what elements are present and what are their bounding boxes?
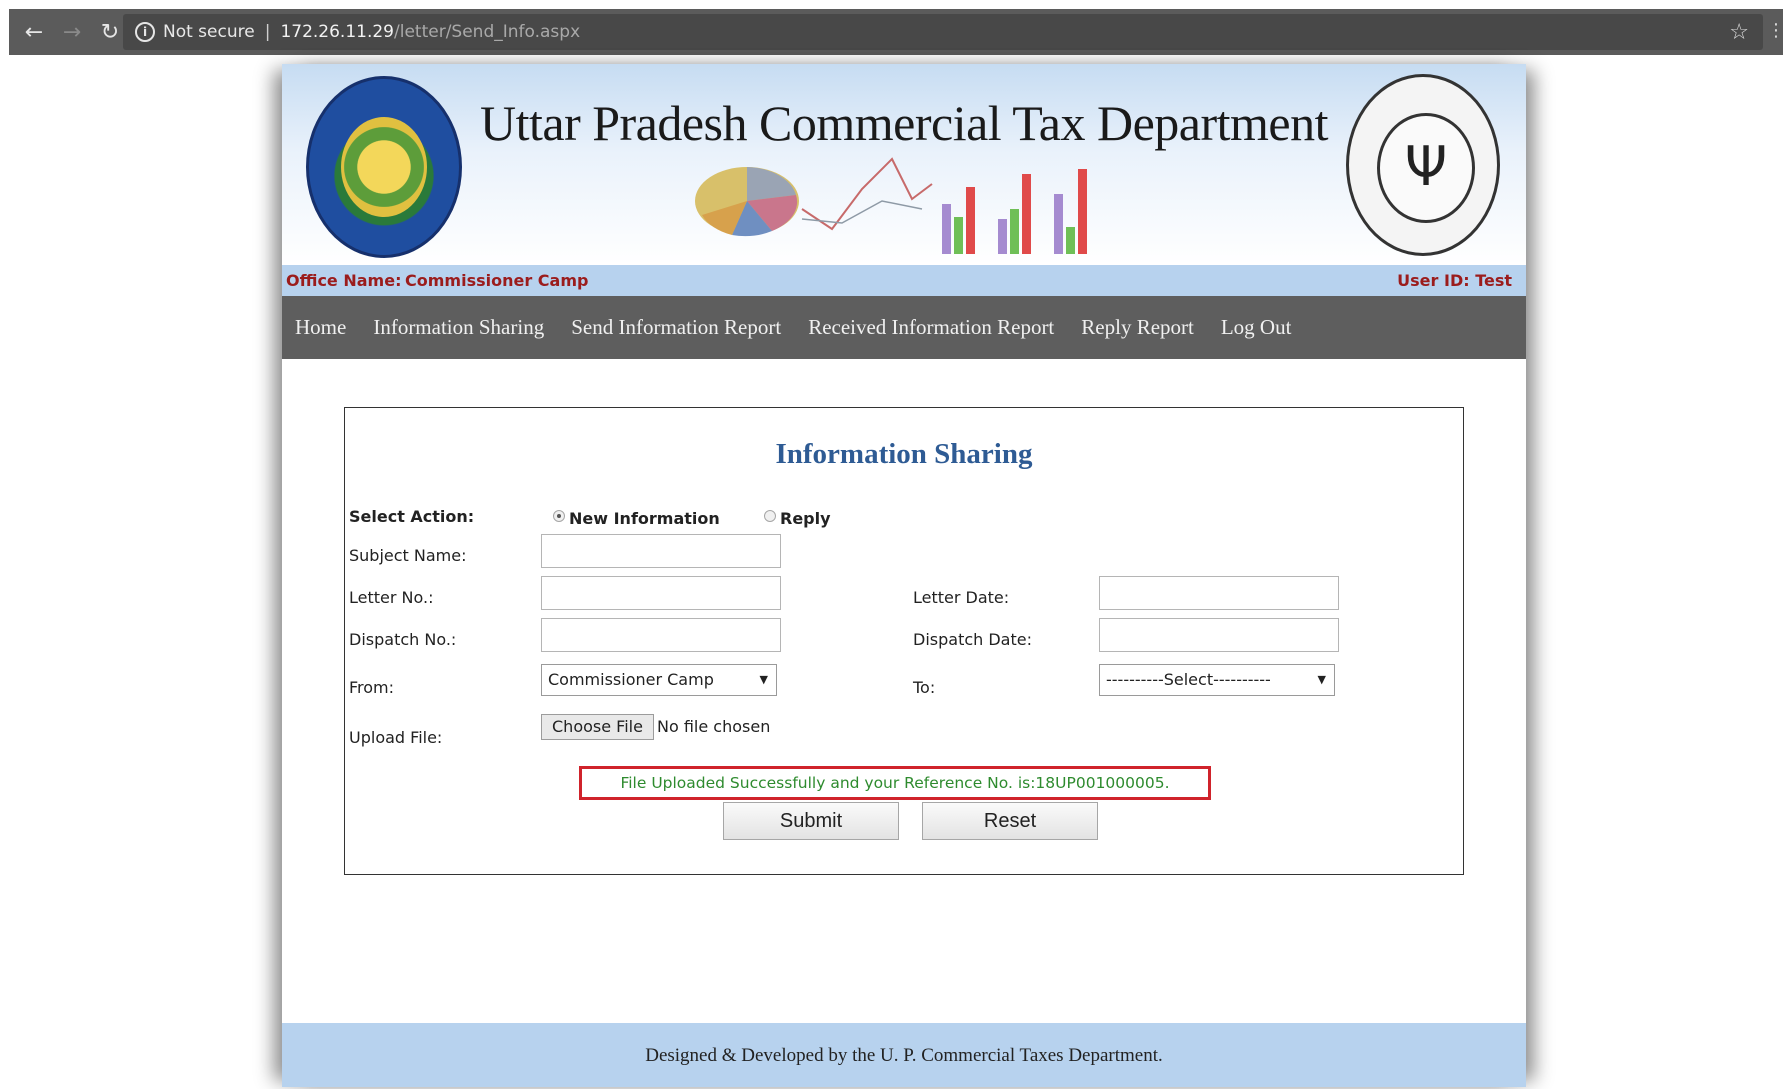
seal-inner: Ψ bbox=[1377, 113, 1475, 223]
letter-no-input[interactable] bbox=[541, 576, 781, 610]
nav-log-out[interactable]: Log Out bbox=[1221, 315, 1292, 340]
address-bar[interactable]: i Not secure | 172.26.11.29/letter/Send_… bbox=[123, 14, 1763, 50]
radio-reply[interactable] bbox=[764, 510, 776, 522]
no-file-chosen-text: No file chosen bbox=[657, 717, 771, 736]
to-label: To: bbox=[913, 678, 936, 697]
url-host: 172.26.11.29 bbox=[280, 22, 394, 42]
dispatch-no-label: Dispatch No.: bbox=[349, 630, 457, 649]
menu-dots-icon[interactable]: ⋮ bbox=[1767, 20, 1783, 41]
letter-no-label: Letter No.: bbox=[349, 588, 434, 607]
security-label: Not secure bbox=[163, 22, 255, 42]
reply-label[interactable]: Reply bbox=[780, 509, 831, 528]
select-action-label: Select Action: bbox=[349, 507, 475, 526]
url-path: /letter/Send_Info.aspx bbox=[394, 22, 581, 42]
choose-file-button[interactable]: Choose File bbox=[541, 714, 654, 740]
information-sharing-form: Information Sharing Select Action: New I… bbox=[344, 407, 1464, 875]
radio-new-information[interactable] bbox=[553, 510, 565, 522]
submit-button[interactable]: Submit bbox=[723, 802, 899, 840]
letter-date-label: Letter Date: bbox=[913, 588, 1010, 607]
up-government-seal-icon: Ψ bbox=[1346, 74, 1500, 256]
back-arrow-icon[interactable]: ← bbox=[21, 20, 47, 45]
dispatch-date-label: Dispatch Date: bbox=[913, 630, 1032, 649]
page-container: Uttar Pradesh Commercial Tax Department … bbox=[282, 64, 1526, 1087]
new-information-label[interactable]: New Information bbox=[569, 509, 720, 528]
bookmark-star-icon[interactable]: ☆ bbox=[1729, 20, 1749, 45]
subject-name-input[interactable] bbox=[541, 534, 781, 568]
office-name-label: Office Name: bbox=[286, 271, 402, 290]
nav-information-sharing[interactable]: Information Sharing bbox=[373, 315, 544, 340]
from-select-value: Commissioner Camp bbox=[548, 670, 714, 689]
form-title: Information Sharing bbox=[775, 438, 1033, 470]
to-select[interactable]: ----------Select---------- ▼ bbox=[1099, 664, 1335, 696]
dispatch-no-input[interactable] bbox=[541, 618, 781, 652]
info-strip: Office Name: Commissioner Camp User ID: … bbox=[282, 265, 1526, 296]
dropdown-arrow-icon: ▼ bbox=[759, 673, 768, 686]
separator: | bbox=[264, 22, 271, 42]
from-label: From: bbox=[349, 678, 395, 697]
chart-graphic-icon bbox=[695, 157, 1087, 254]
dropdown-arrow-icon: ▼ bbox=[1317, 673, 1326, 686]
header-banner: Uttar Pradesh Commercial Tax Department … bbox=[282, 64, 1526, 264]
page-title: Uttar Pradesh Commercial Tax Department bbox=[479, 95, 1329, 151]
browser-toolbar: ← → ↻ i Not secure | 172.26.11.29/letter… bbox=[9, 9, 1783, 55]
upload-success-message: File Uploaded Successfully and your Refe… bbox=[579, 766, 1211, 800]
nav-reply-report[interactable]: Reply Report bbox=[1081, 315, 1194, 340]
main-navbar: Home Information Sharing Send Informatio… bbox=[282, 296, 1526, 359]
page-footer: Designed & Developed by the U. P. Commer… bbox=[282, 1023, 1526, 1087]
dispatch-date-input[interactable] bbox=[1099, 618, 1339, 652]
from-select[interactable]: Commissioner Camp ▼ bbox=[541, 664, 777, 696]
letter-date-input[interactable] bbox=[1099, 576, 1339, 610]
subject-name-label: Subject Name: bbox=[349, 546, 467, 565]
forward-arrow-icon[interactable]: → bbox=[59, 20, 85, 45]
reload-icon[interactable]: ↻ bbox=[97, 20, 123, 45]
to-select-value: ----------Select---------- bbox=[1106, 670, 1271, 689]
user-id: User ID: Test bbox=[1397, 271, 1512, 290]
nav-home[interactable]: Home bbox=[295, 315, 346, 340]
nav-send-information-report[interactable]: Send Information Report bbox=[571, 315, 781, 340]
upload-file-label: Upload File: bbox=[349, 728, 443, 747]
nav-received-information-report[interactable]: Received Information Report bbox=[808, 315, 1054, 340]
reset-button[interactable]: Reset bbox=[922, 802, 1098, 840]
trident-emblem-icon: Ψ bbox=[1404, 135, 1448, 198]
office-name-value: Commissioner Camp bbox=[405, 271, 589, 290]
info-icon[interactable]: i bbox=[135, 22, 155, 42]
